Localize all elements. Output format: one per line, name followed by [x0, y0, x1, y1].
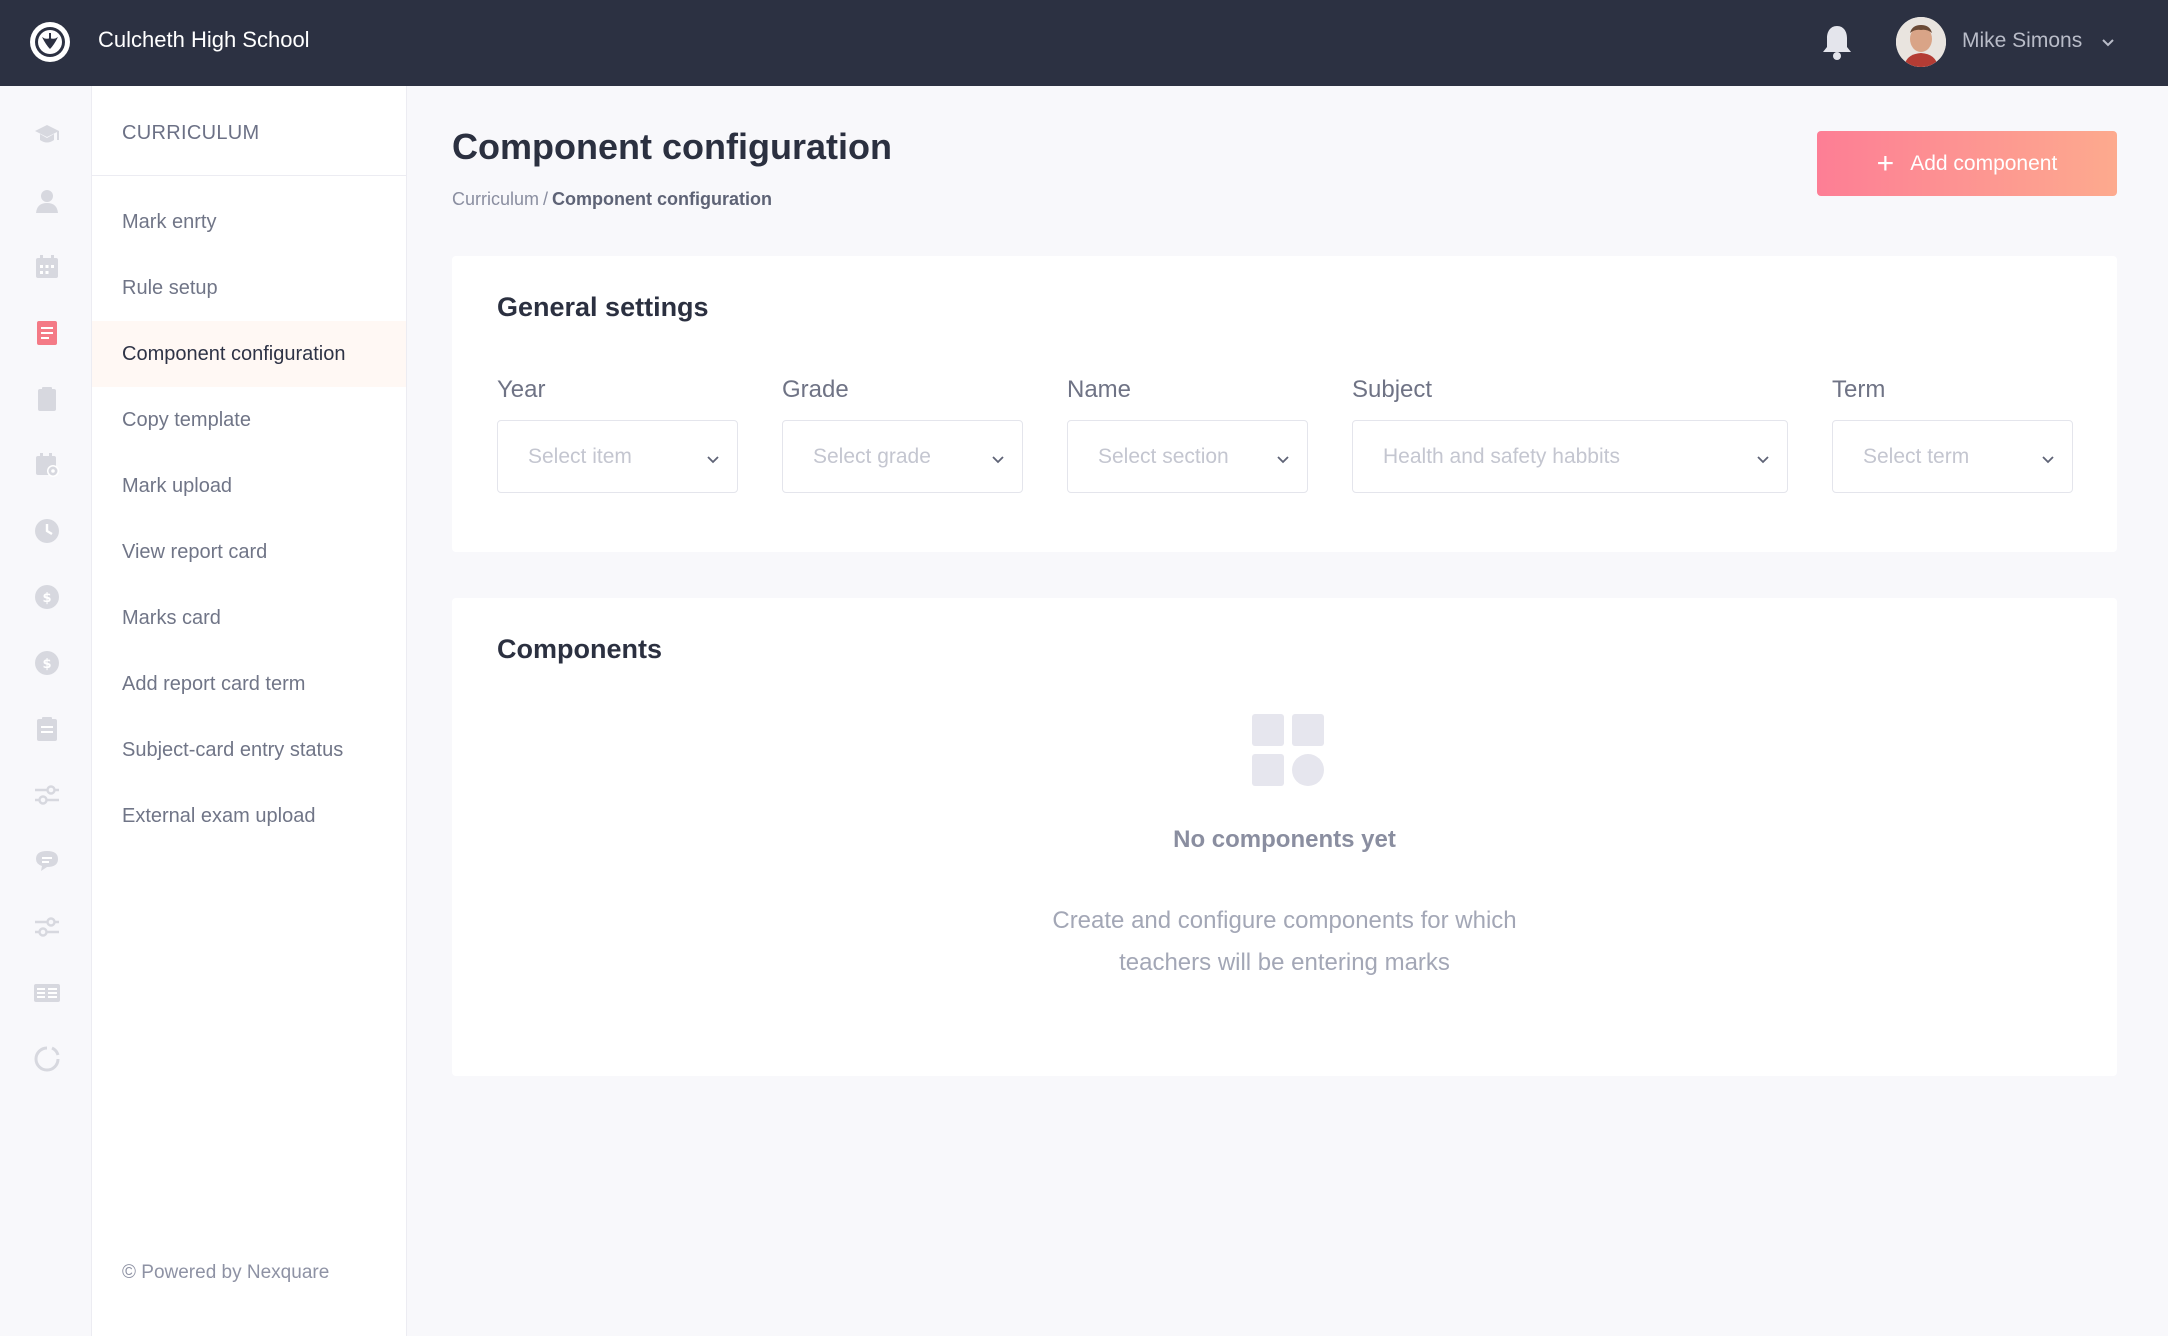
- document-icon: [37, 321, 57, 345]
- rail-calendar-settings[interactable]: [32, 450, 62, 480]
- notepad-icon: [37, 717, 57, 741]
- rail-person[interactable]: [32, 186, 62, 216]
- rail-document-active[interactable]: [32, 318, 62, 348]
- breadcrumb-current: Component configuration: [552, 189, 773, 209]
- sidebar-item-component-configuration[interactable]: Component configuration: [92, 321, 406, 387]
- person-icon: [36, 190, 58, 213]
- sidebar-item-mark-upload[interactable]: Mark upload: [92, 453, 406, 519]
- icon-rail: $ $: [0, 86, 92, 1336]
- general-settings-title: General settings: [497, 292, 709, 322]
- rail-sliders[interactable]: [32, 780, 62, 810]
- school-name: Culcheth High School: [98, 27, 310, 52]
- term-select-value: Select term: [1863, 445, 1970, 468]
- name-select-value: Select section: [1098, 445, 1229, 468]
- empty-state-line-1: Create and configure components for whic…: [1052, 907, 1517, 934]
- sidebar-heading: CURRICULUM: [92, 86, 406, 176]
- add-component-button[interactable]: + Add component: [1817, 131, 2117, 196]
- term-label: Term: [1832, 376, 1886, 403]
- rail-graduation-cap[interactable]: [32, 120, 62, 150]
- rail-refresh[interactable]: [32, 1044, 62, 1074]
- dollar-circle-icon: $: [35, 585, 59, 609]
- empty-state-description: Create and configure components for whic…: [452, 900, 2117, 984]
- clock-icon: [35, 519, 59, 543]
- rail-chat[interactable]: [32, 846, 62, 876]
- user-avatar[interactable]: [1896, 17, 1946, 67]
- dollar-circle-icon: $: [35, 651, 59, 675]
- year-select-value: Select item: [528, 445, 632, 468]
- chevron-down-icon: [1277, 456, 1289, 464]
- sliders-icon: [35, 785, 59, 805]
- powered-by-footer: © Powered by Nexquare: [122, 1262, 330, 1283]
- curriculum-sidebar: CURRICULUM Mark enrty Rule setup Compone…: [92, 86, 407, 1336]
- breadcrumb: Curriculum / Component configuration: [452, 189, 772, 210]
- clipboard-icon: [38, 387, 56, 411]
- calendar-icon: [36, 255, 58, 278]
- top-bar: Culcheth High School Mike Simons: [0, 0, 2168, 86]
- svg-text:$: $: [42, 657, 51, 672]
- user-name[interactable]: Mike Simons: [1962, 29, 2082, 53]
- components-card: Components No components yet Create and …: [452, 598, 2117, 1076]
- rail-id-card[interactable]: [32, 978, 62, 1008]
- subject-select[interactable]: Health and safety habbits: [1352, 420, 1788, 493]
- sidebar-item-rule-setup[interactable]: Rule setup: [92, 255, 406, 321]
- components-grid-icon: [1252, 714, 1324, 786]
- name-select[interactable]: Select section: [1067, 420, 1308, 493]
- empty-state-line-2: teachers will be entering marks: [1119, 949, 1450, 976]
- rail-payments[interactable]: $: [32, 648, 62, 678]
- sidebar-item-copy-template[interactable]: Copy template: [92, 387, 406, 453]
- id-card-icon: [34, 984, 60, 1002]
- school-logo[interactable]: [30, 22, 70, 62]
- empty-state-title: No components yet: [1173, 826, 1396, 853]
- svg-text:$: $: [42, 591, 51, 606]
- subject-label: Subject: [1352, 376, 1433, 403]
- rail-fees[interactable]: $: [32, 582, 62, 612]
- rail-calendar[interactable]: [32, 252, 62, 282]
- chevron-down-icon: [2042, 456, 2054, 464]
- rail-notepad[interactable]: [32, 714, 62, 744]
- sidebar-item-external-exam-upload[interactable]: External exam upload: [92, 783, 406, 849]
- notification-bell-icon[interactable]: [1820, 22, 1854, 62]
- rail-clock[interactable]: [32, 516, 62, 546]
- breadcrumb-parent[interactable]: Curriculum: [452, 189, 539, 209]
- school-crest-icon: [35, 27, 65, 57]
- subject-select-value: Health and safety habbits: [1383, 445, 1620, 468]
- chevron-down-icon[interactable]: [2100, 34, 2116, 50]
- calendar-settings-icon: [36, 453, 59, 477]
- grade-select[interactable]: Select grade: [782, 420, 1023, 493]
- rail-clipboard[interactable]: [32, 384, 62, 414]
- name-label: Name: [1067, 376, 1132, 403]
- sidebar-item-subject-card-entry-status[interactable]: Subject-card entry status: [92, 717, 406, 783]
- chevron-down-icon: [1757, 456, 1769, 464]
- avatar-icon: [1896, 17, 1946, 67]
- page-title: Component configuration: [452, 126, 892, 167]
- sidebar-item-mark-entry[interactable]: Mark enrty: [92, 189, 406, 255]
- rail-settings-sliders[interactable]: [32, 912, 62, 942]
- year-select[interactable]: Select item: [497, 420, 738, 493]
- refresh-icon: [34, 1046, 60, 1072]
- chat-icon: [36, 851, 58, 871]
- year-label: Year: [497, 376, 546, 403]
- chevron-down-icon: [707, 456, 719, 464]
- sliders-icon: [35, 917, 59, 937]
- chevron-down-icon: [992, 456, 1004, 464]
- components-title: Components: [497, 634, 662, 664]
- sidebar-menu: Mark enrty Rule setup Component configur…: [92, 176, 406, 849]
- breadcrumb-separator: /: [543, 189, 549, 209]
- add-component-label: Add component: [1910, 151, 2058, 175]
- sidebar-item-add-report-card-term[interactable]: Add report card term: [92, 651, 406, 717]
- plus-icon: +: [1876, 146, 1895, 180]
- sidebar-item-marks-card[interactable]: Marks card: [92, 585, 406, 651]
- general-settings-card: General settings Year Select item Grade …: [452, 256, 2117, 552]
- sidebar-item-view-report-card[interactable]: View report card: [92, 519, 406, 585]
- graduation-cap-icon: [35, 125, 59, 143]
- grade-select-value: Select grade: [813, 445, 931, 468]
- term-select[interactable]: Select term: [1832, 420, 2073, 493]
- grade-label: Grade: [782, 376, 849, 403]
